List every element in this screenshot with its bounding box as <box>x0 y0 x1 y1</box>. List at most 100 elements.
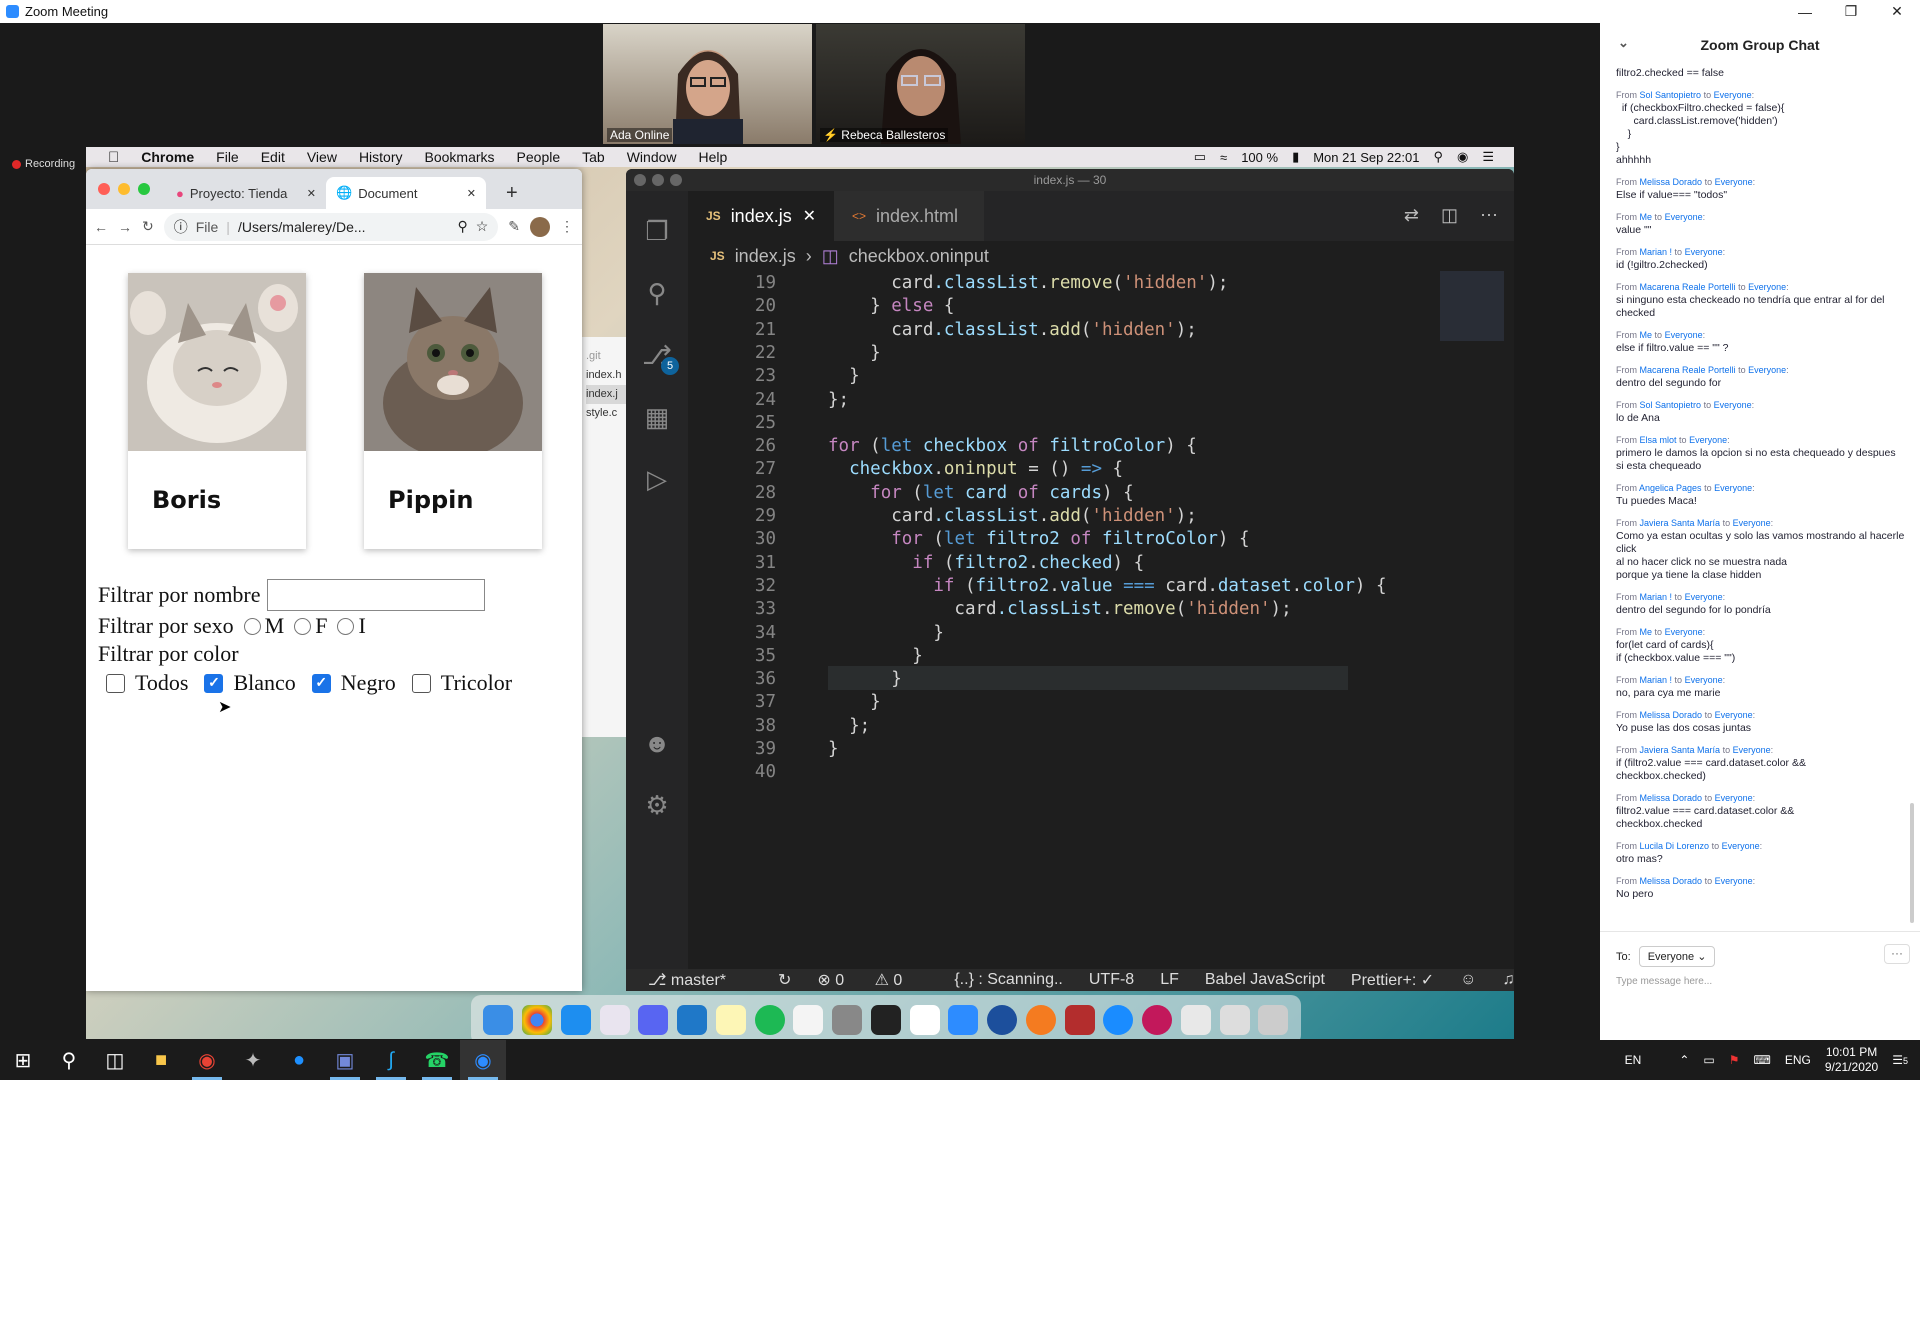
datetime[interactable]: Mon 21 Sep 22:01 <box>1313 150 1419 165</box>
notifications-bell-icon[interactable]: ♫ <box>1502 971 1514 989</box>
search-icon[interactable]: ⚲ <box>639 275 675 311</box>
notes-icon[interactable] <box>715 1005 746 1035</box>
close-tab-icon[interactable]: ✕ <box>803 206 816 226</box>
sync-icon[interactable]: ↻ <box>778 970 791 990</box>
quicktime-icon[interactable] <box>987 1005 1018 1035</box>
file-item[interactable]: index.h <box>586 366 628 385</box>
code-line[interactable]: if (filtro2.value === card.dataset.color… <box>828 576 1386 596</box>
code-line[interactable]: }; <box>828 390 849 410</box>
zoom-app-icon[interactable] <box>948 1005 979 1035</box>
code-line[interactable]: } <box>828 366 860 386</box>
avatar[interactable] <box>530 216 550 237</box>
checkbox-negro[interactable]: ✓ <box>311 673 331 693</box>
file-item[interactable]: style.c <box>586 404 628 423</box>
keyboard-icon[interactable]: ⌨ <box>1753 1053 1770 1067</box>
checkbox-tricolor[interactable] <box>411 673 431 693</box>
code-line[interactable]: for (let filtro2 of filtroColor) { <box>828 529 1249 549</box>
downloads-folder-icon[interactable] <box>1180 1005 1211 1035</box>
tab-document[interactable]: 🌐 Document ✕ <box>326 177 486 209</box>
zoom-icon[interactable]: ⚲ <box>457 218 467 235</box>
kebab-menu-icon[interactable]: ⋮ <box>560 218 574 235</box>
code-editor[interactable]: 19 card.classList.remove('hidden'); 20 } … <box>688 271 1514 969</box>
new-tab-button[interactable]: + <box>496 177 528 209</box>
file-explorer-icon[interactable]: ■ <box>138 1040 184 1080</box>
wifi-icon[interactable]: ≈ <box>1220 150 1227 165</box>
tab-index-js[interactable]: JS index.js ✕ <box>688 191 834 241</box>
postman-icon[interactable] <box>1025 1005 1056 1035</box>
close-button[interactable]: ✕ <box>1874 0 1920 23</box>
compare-changes-icon[interactable]: ⇄ <box>1404 205 1419 226</box>
bookmark-star-icon[interactable]: ☆ <box>476 218 489 235</box>
checkbox-todos[interactable] <box>106 673 125 693</box>
explorer-icon[interactable]: ❐ <box>639 213 675 249</box>
chrome-icon[interactable] <box>522 1005 553 1035</box>
language-status[interactable]: Babel JavaScript <box>1205 971 1325 989</box>
menu-bookmarks[interactable]: Bookmarks <box>425 149 495 165</box>
notifications-icon[interactable]: ☰5 <box>1892 1053 1908 1067</box>
ime-indicator[interactable]: ENG <box>1785 1053 1811 1067</box>
code-line[interactable]: } <box>828 669 902 689</box>
code-line[interactable]: card.classList.remove('hidden'); <box>828 273 1228 293</box>
run-debug-icon[interactable]: ▷ <box>639 461 675 497</box>
tab-proyecto[interactable]: ● Proyecto: Tienda ✕ <box>166 177 326 209</box>
account-icon[interactable]: ☻ <box>639 725 675 761</box>
minimap[interactable] <box>1440 271 1504 341</box>
back-icon[interactable]: ← <box>94 219 108 235</box>
reminders-icon[interactable] <box>793 1005 824 1035</box>
system-preferences-icon[interactable] <box>832 1005 863 1035</box>
minimize-window-button[interactable] <box>118 183 130 195</box>
menu-window[interactable]: Window <box>627 149 677 165</box>
spotlight-icon[interactable]: ⚲ <box>1433 149 1443 165</box>
vscode-icon[interactable] <box>677 1005 708 1035</box>
close-window-button[interactable] <box>98 183 110 195</box>
checkbox-blanco[interactable]: ✓ <box>204 673 224 693</box>
vscode-taskbar-icon[interactable]: ∫ <box>368 1040 414 1080</box>
code-line[interactable]: for (let card of cards) { <box>828 483 1133 503</box>
restore-button[interactable]: ❐ <box>1828 0 1874 23</box>
forward-icon[interactable]: → <box>118 219 132 235</box>
flag-icon[interactable]: ⚑ <box>1729 1053 1740 1067</box>
whatsapp-icon[interactable]: ☎ <box>414 1040 460 1080</box>
terminal-icon[interactable] <box>870 1005 901 1035</box>
code-line[interactable]: } <box>828 623 944 643</box>
tab-index-html[interactable]: <> index.html <box>834 191 984 241</box>
discord-taskbar-icon[interactable]: ▣ <box>322 1040 368 1080</box>
start-button[interactable]: ⊞ <box>0 1040 46 1080</box>
code-line[interactable]: } <box>828 343 881 363</box>
breadcrumb-file[interactable]: index.js <box>735 246 796 267</box>
discord-icon[interactable] <box>638 1005 669 1035</box>
minimize-window-button[interactable] <box>652 174 664 186</box>
menu-view[interactable]: View <box>307 149 337 165</box>
encoding-status[interactable]: UTF-8 <box>1089 971 1134 989</box>
code-line[interactable]: if (filtro2.checked) { <box>828 553 1144 573</box>
safari-icon[interactable] <box>1103 1005 1134 1035</box>
zoom-window-button[interactable] <box>138 183 150 195</box>
app-store-icon[interactable] <box>560 1005 591 1035</box>
menu-help[interactable]: Help <box>699 149 728 165</box>
breadcrumb-symbol[interactable]: checkbox.oninput <box>849 246 989 267</box>
code-line[interactable]: } <box>828 646 923 666</box>
chat-scrollbar[interactable] <box>1910 803 1914 923</box>
firefox-icon[interactable]: ● <box>276 1040 322 1080</box>
battery-icon[interactable]: ▭ <box>1703 1053 1714 1067</box>
close-tab-icon[interactable]: ✕ <box>467 187 476 200</box>
file-item[interactable]: index.j <box>586 385 628 404</box>
info-icon[interactable]: ⓘ <box>174 217 188 237</box>
settings-gear-icon[interactable]: ⚙ <box>639 787 675 823</box>
notification-center-icon[interactable]: ☰ <box>1482 149 1494 165</box>
chat-more-button[interactable]: ··· <box>1884 944 1910 964</box>
close-window-button[interactable] <box>634 174 646 186</box>
branch-status[interactable]: ⎇ master* <box>648 970 752 990</box>
screen-mirror-icon[interactable]: ▭ <box>1194 149 1206 165</box>
menu-tab[interactable]: Tab <box>582 149 605 165</box>
code-line[interactable]: } <box>828 692 881 712</box>
trash-icon[interactable] <box>1258 1005 1289 1035</box>
extensions-icon[interactable]: ▦ <box>639 399 675 435</box>
language-indicator[interactable]: EN <box>1625 1053 1642 1067</box>
code-line[interactable]: card.classList.add('hidden'); <box>828 320 1197 340</box>
split-editor-icon[interactable]: ◫ <box>1441 205 1458 226</box>
chevron-down-icon[interactable]: ⌄ <box>1618 35 1629 51</box>
chat-messages[interactable]: filtro2.checked == false From Sol Santop… <box>1616 67 1906 907</box>
zoom-window-button[interactable] <box>670 174 682 186</box>
radio-f[interactable] <box>294 617 312 635</box>
